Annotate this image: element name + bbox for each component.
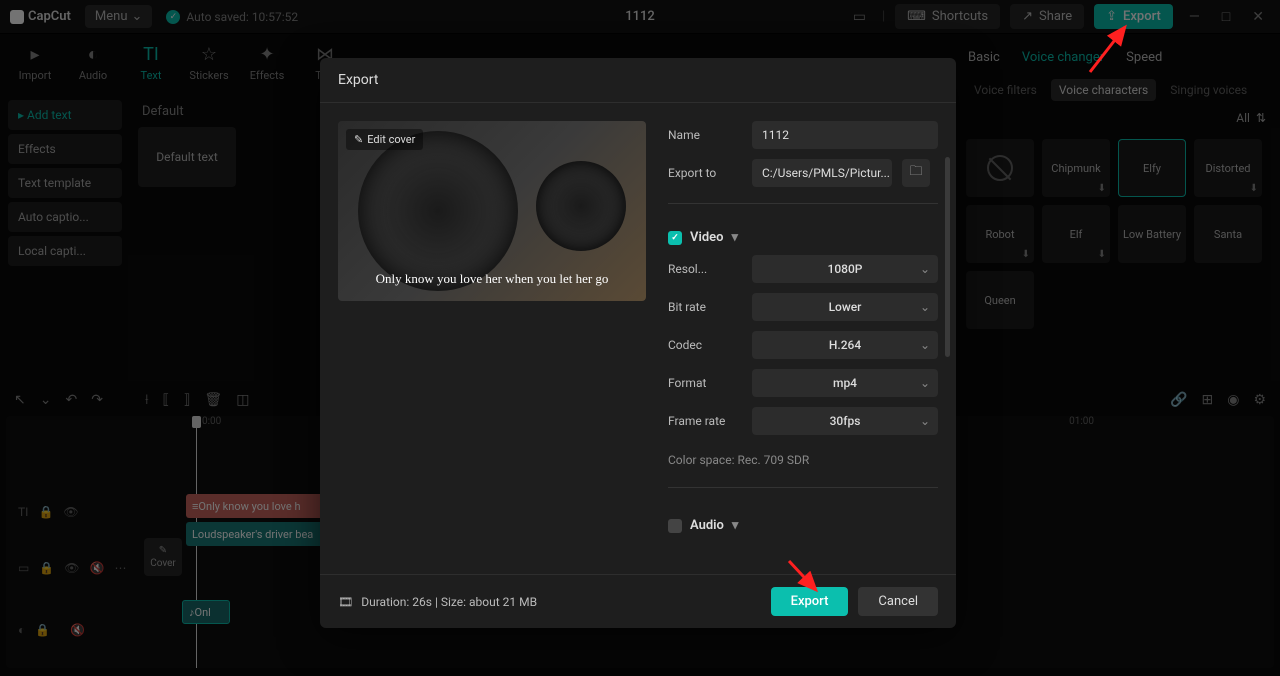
scrollbar[interactable] [945, 157, 950, 357]
modal-title: Export [320, 58, 956, 103]
chevron-down-icon[interactable]: ▾ [732, 518, 739, 533]
cover-text: Only know you love her when you let her … [376, 271, 609, 287]
film-icon: 🎞 [338, 595, 353, 609]
video-checkbox[interactable]: ✓ [668, 231, 682, 245]
bitrate-select[interactable]: Lower [752, 293, 938, 321]
export-confirm-button[interactable]: Export [771, 587, 849, 616]
edit-cover-button[interactable]: ✎ Edit cover [346, 129, 423, 150]
codec-label: Codec [668, 338, 742, 352]
codec-select[interactable]: H.264 [752, 331, 938, 359]
exportto-label: Export to [668, 166, 742, 180]
speaker-graphic [358, 131, 518, 291]
name-label: Name [668, 128, 742, 142]
browse-folder-button[interactable]: 🗀 [902, 159, 930, 187]
cover-preview: ✎ Edit cover Only know you love her when … [338, 121, 646, 301]
speaker-graphic [536, 161, 626, 251]
edit-cover-label: Edit cover [367, 133, 415, 146]
name-input[interactable] [752, 121, 938, 149]
chevron-down-icon[interactable]: ▾ [732, 230, 739, 245]
colorspace-info: Color space: Rec. 709 SDR [668, 453, 938, 467]
framerate-label: Frame rate [668, 414, 742, 428]
pencil-icon: ✎ [354, 133, 363, 146]
resolution-select[interactable]: 1080P [752, 255, 938, 283]
folder-icon: 🗀 [909, 162, 922, 184]
cancel-button[interactable]: Cancel [858, 587, 938, 616]
format-label: Format [668, 376, 742, 390]
framerate-select[interactable]: 30fps [752, 407, 938, 435]
format-select[interactable]: mp4 [752, 369, 938, 397]
bitrate-label: Bit rate [668, 300, 742, 314]
audio-section-label: Audio [690, 518, 724, 533]
audio-checkbox[interactable] [668, 519, 682, 533]
export-modal: Export ✎ Edit cover Only know you love he… [320, 58, 956, 628]
resolution-label: Resol... [668, 262, 742, 276]
path-display: C:/Users/PMLS/Pictur... [752, 159, 892, 187]
duration-info: Duration: 26s | Size: about 21 MB [361, 595, 537, 609]
video-section-label: Video [690, 230, 724, 245]
